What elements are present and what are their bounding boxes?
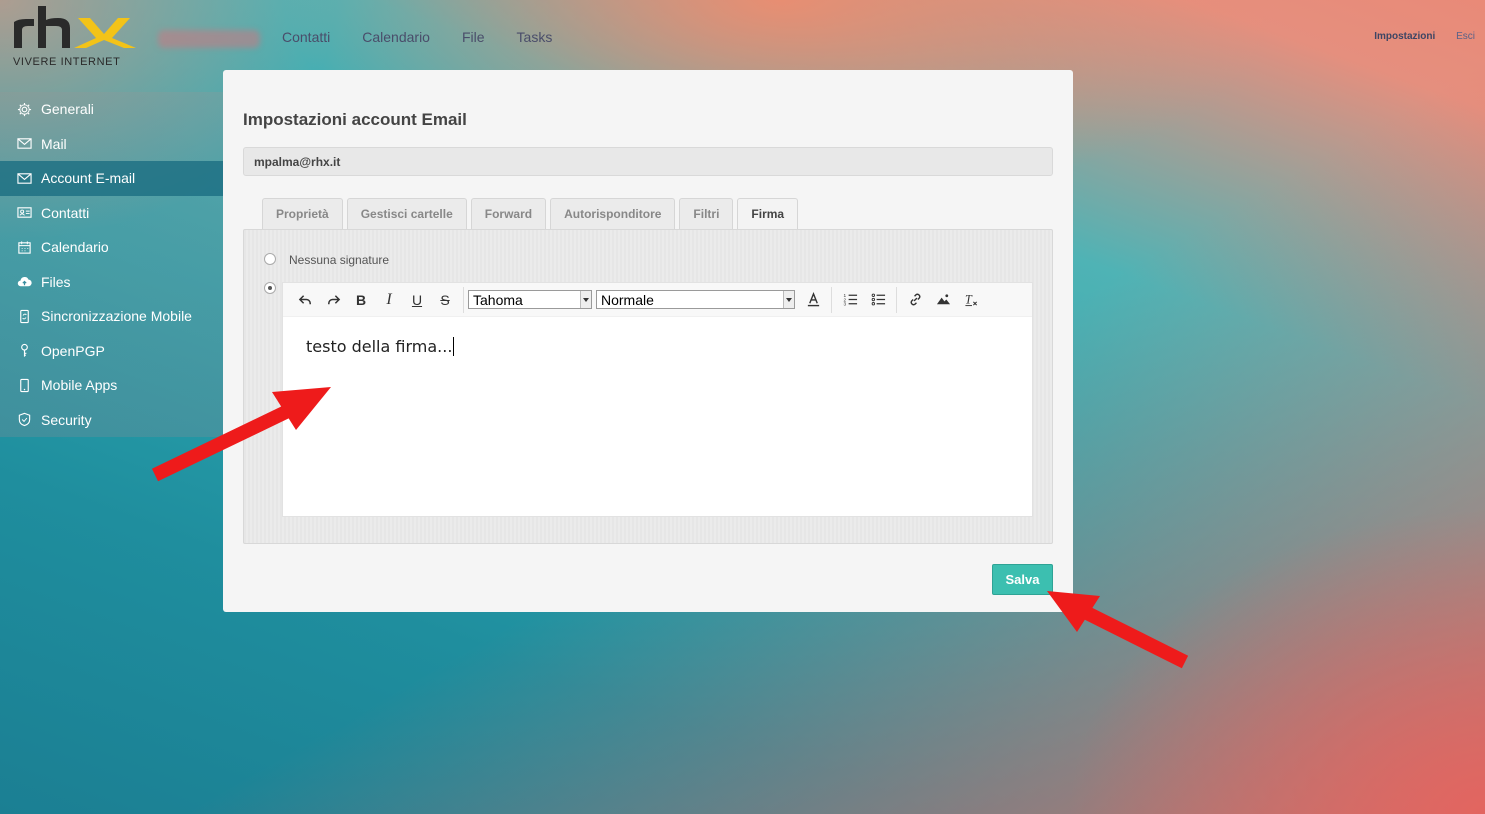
save-button[interactable]: Salva	[992, 564, 1053, 595]
underline-icon[interactable]: U	[403, 288, 431, 312]
svg-text:3: 3	[843, 302, 846, 307]
sidebar-item-label: OpenPGP	[41, 342, 105, 359]
chevron-down-icon	[783, 291, 794, 308]
top-right-links: Impostazioni Esci	[1374, 31, 1475, 42]
cloud-upload-icon	[16, 274, 32, 290]
logout-link[interactable]: Esci	[1456, 31, 1475, 42]
image-icon[interactable]	[929, 288, 957, 312]
tab-proprieta[interactable]: Proprietà	[262, 198, 343, 229]
calendar-icon	[16, 239, 32, 255]
topnav-calendario[interactable]: Calendario	[362, 29, 430, 45]
top-nav: Contatti Calendario File Tasks	[282, 29, 584, 45]
bullet-list-icon[interactable]	[864, 288, 892, 312]
signature-tab-content: Nessuna signature B I U S Tahoma Normale…	[243, 229, 1053, 544]
sidebar-item-label: Mail	[41, 135, 67, 152]
sidebar-item-files[interactable]: Files	[0, 265, 223, 300]
sidebar-item-label: Contatti	[41, 204, 90, 221]
page-title: Impostazioni account Email	[243, 110, 467, 129]
rhx-logo: VIVERE INTERNET	[13, 6, 136, 68]
sidebar-item-openpgp[interactable]: OpenPGP	[0, 334, 223, 369]
font-size-select[interactable]: Normale	[596, 290, 795, 309]
no-signature-radio[interactable]	[264, 253, 276, 265]
sidebar-item-label: Calendario	[41, 239, 109, 256]
tab-gestisci-cartelle[interactable]: Gestisci cartelle	[346, 198, 467, 229]
font-family-select[interactable]: Tahoma	[468, 290, 592, 309]
tab-forward[interactable]: Forward	[470, 198, 547, 229]
sidebar-item-mail[interactable]: Mail	[0, 127, 223, 162]
sidebar-item-label: Generali	[41, 101, 94, 118]
italic-icon[interactable]: I	[375, 288, 403, 312]
sidebar-item-account-email[interactable]: Account E-mail	[0, 161, 223, 196]
no-signature-label: Nessuna signature	[289, 253, 390, 267]
settings-panel: Impostazioni account Email mpalma@rhx.it…	[223, 70, 1073, 612]
sidebar-item-label: Sincronizzazione Mobile	[41, 308, 192, 325]
contact-card-icon	[16, 205, 32, 221]
sidebar-item-calendario[interactable]: Calendario	[0, 230, 223, 265]
phone-icon	[16, 377, 32, 393]
signature-text-area[interactable]: testo della firma...	[306, 337, 455, 356]
numbered-list-icon[interactable]: 123	[836, 288, 864, 312]
sidebar-item-label: Account E-mail	[41, 170, 136, 187]
svg-text:T: T	[964, 292, 972, 306]
envelope-icon	[16, 170, 32, 186]
sidebar-item-security[interactable]: Security	[0, 403, 223, 438]
text-color-icon[interactable]	[799, 288, 827, 312]
sidebar-item-label: Security	[41, 411, 92, 428]
account-tabs: Proprietà Gestisci cartelle Forward Auto…	[262, 198, 802, 230]
username-blurred	[158, 30, 260, 48]
tab-firma[interactable]: Firma	[737, 198, 799, 230]
toolbar-separator	[463, 286, 464, 313]
settings-link[interactable]: Impostazioni	[1374, 31, 1435, 42]
toolbar-separator	[896, 286, 897, 313]
custom-signature-radio[interactable]	[264, 282, 276, 294]
bold-icon[interactable]: B	[347, 288, 375, 312]
gear-icon	[16, 101, 32, 117]
chevron-down-icon	[580, 291, 591, 308]
sidebar-item-contatti[interactable]: Contatti	[0, 196, 223, 231]
brand-tagline: VIVERE INTERNET	[13, 56, 120, 68]
sidebar-item-generali[interactable]: Generali	[0, 92, 223, 127]
clear-formatting-icon[interactable]: T	[957, 288, 985, 312]
tab-filtri[interactable]: Filtri	[679, 198, 734, 229]
link-icon[interactable]	[901, 288, 929, 312]
mobile-sync-icon	[16, 308, 32, 324]
settings-sidebar: Generali Mail Account E-mail Contatti Ca…	[0, 92, 223, 437]
sidebar-item-label: Mobile Apps	[41, 377, 118, 394]
toolbar-separator	[831, 286, 832, 313]
signature-editor: B I U S Tahoma Normale 123 T testo della…	[282, 282, 1033, 517]
envelope-icon	[16, 136, 32, 152]
key-icon	[16, 343, 32, 359]
editor-toolbar: B I U S Tahoma Normale 123 T	[283, 283, 1032, 317]
shield-icon	[16, 412, 32, 428]
tab-autorisponditore[interactable]: Autorisponditore	[550, 198, 676, 229]
font-family-value: Tahoma	[473, 291, 523, 308]
strikethrough-icon[interactable]: S	[431, 288, 459, 312]
signature-text: testo della firma...	[306, 337, 453, 356]
topnav-file[interactable]: File	[462, 29, 485, 45]
sidebar-item-mobile-apps[interactable]: Mobile Apps	[0, 368, 223, 403]
font-size-value: Normale	[601, 291, 654, 308]
redo-icon[interactable]	[319, 288, 347, 312]
account-email-display: mpalma@rhx.it	[243, 147, 1053, 176]
topnav-tasks[interactable]: Tasks	[517, 29, 553, 45]
undo-icon[interactable]	[291, 288, 319, 312]
sidebar-item-label: Files	[41, 273, 71, 290]
sidebar-item-sincronizzazione-mobile[interactable]: Sincronizzazione Mobile	[0, 299, 223, 334]
topnav-contatti[interactable]: Contatti	[282, 29, 330, 45]
text-caret	[453, 337, 455, 356]
